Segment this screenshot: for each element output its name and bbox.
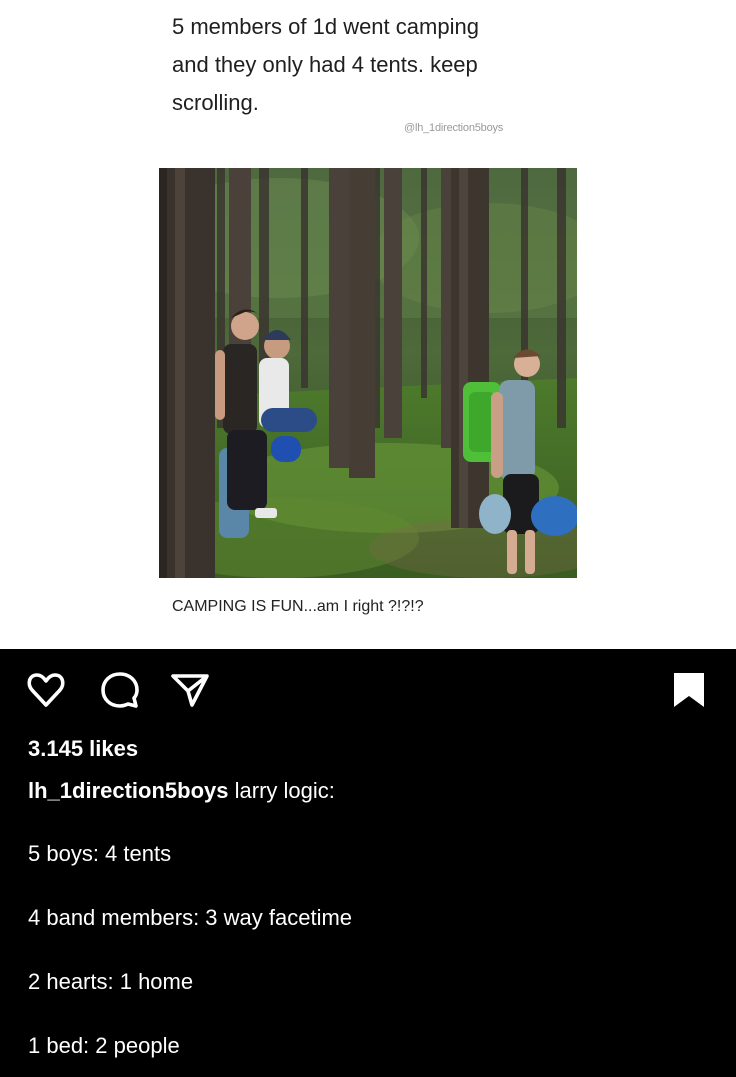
bookmark-icon [674,673,704,707]
caption-text: larry logic: [234,778,335,803]
watermark: @lh_1direction5boys [404,122,504,134]
meme-text-line: scrolling. [172,90,259,115]
save-button[interactable] [669,670,709,710]
photo-caption: CAMPING IS FUN...am I right ?!?!? [172,598,424,615]
username-link[interactable]: lh_1direction5boys [28,778,229,803]
comment-button[interactable] [100,670,140,710]
caption-line: 2 hearts: 1 home [28,969,194,994]
share-button[interactable] [170,670,210,710]
forest-scene [159,168,577,578]
post-image[interactable]: 5 members of 1d went camping and they on… [0,0,736,649]
like-button[interactable] [26,670,66,710]
caption-line: 4 band members: 3 way facetime [28,905,353,930]
instagram-post-screen: 5 members of 1d went camping and they on… [0,0,736,1077]
meme-text-line: 5 members of 1d went camping [172,14,479,39]
caption-line: 1 bed: 2 people [28,1033,180,1058]
likes-count[interactable]: 3.145 likes [28,736,138,762]
meme-text-line: and they only had 4 tents. keep [172,52,478,77]
post-caption: lh_1direction5boys larry logic: [28,778,335,804]
paper-plane-icon [171,674,209,707]
forest-camping-photo [159,168,577,578]
meme-text: 5 members of 1d went camping and they on… [172,8,592,122]
heart-icon [27,673,65,707]
caption-line: 5 boys: 4 tents [28,841,172,866]
comment-icon [101,672,139,708]
